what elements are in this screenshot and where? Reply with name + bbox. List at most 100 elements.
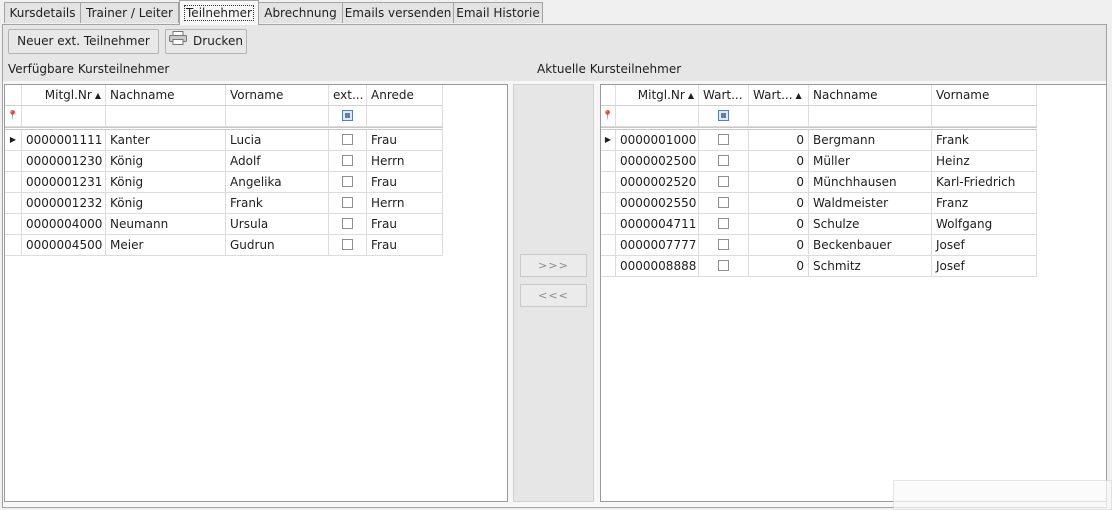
cell-mitgl-nr[interactable]: 0000002520 (616, 172, 699, 193)
cell-nachname[interactable]: Kanter (106, 130, 226, 151)
cell-anrede[interactable]: Herrn (367, 193, 443, 214)
cell-vorname[interactable]: Wolfgang (932, 214, 1037, 235)
cell-nachname[interactable]: Münchhausen (809, 172, 932, 193)
table-row[interactable]: 0000001231 König Angelika Frau (5, 172, 443, 193)
column-header-wart-2[interactable]: Wart... ▲ (749, 85, 809, 106)
tab-teilnehmer[interactable]: Teilnehmer (179, 0, 259, 25)
cell-anrede[interactable]: Herrn (367, 151, 443, 172)
cell-mitgl-nr[interactable]: 0000002550 (616, 193, 699, 214)
column-header-anrede[interactable]: Anrede (367, 85, 443, 106)
cell-vorname[interactable]: Gudrun (226, 235, 329, 256)
cell-wart-2[interactable]: 0 (749, 235, 809, 256)
cell-wart-2[interactable]: 0 (749, 193, 809, 214)
filter-checkbox[interactable] (342, 110, 353, 121)
cell-wart-2[interactable]: 0 (749, 214, 809, 235)
new-external-participant-button[interactable]: Neuer ext. Teilnehmer (8, 29, 159, 54)
cell-wart-2[interactable]: 0 (749, 151, 809, 172)
cell-vorname[interactable]: Heinz (932, 151, 1037, 172)
column-header-nachname[interactable]: Nachname (809, 85, 932, 106)
cell-vorname[interactable]: Karl-Friedrich (932, 172, 1037, 193)
print-button[interactable]: Drucken (165, 29, 247, 54)
column-header-nachname[interactable]: Nachname (106, 85, 226, 106)
filter-wart-1[interactable] (699, 106, 749, 127)
cell-vorname[interactable]: Lucia (226, 130, 329, 151)
checkbox[interactable] (718, 260, 729, 271)
cell-nachname[interactable]: König (106, 193, 226, 214)
checkbox[interactable] (718, 197, 729, 208)
tab-email-historie[interactable]: Email Historie (453, 2, 543, 23)
column-header-wart-1[interactable]: Wart... (699, 85, 749, 106)
checkbox[interactable] (342, 134, 353, 145)
cell-mitgl-nr[interactable]: 0000008888 (616, 256, 699, 277)
cell-nachname[interactable]: König (106, 151, 226, 172)
column-header-vorname[interactable]: Vorname (932, 85, 1037, 106)
cell-wart-1[interactable] (699, 151, 749, 172)
cell-nachname[interactable]: Neumann (106, 214, 226, 235)
filter-nachname[interactable] (809, 106, 932, 127)
cell-wart-2[interactable]: 0 (749, 130, 809, 151)
cell-wart-1[interactable] (699, 256, 749, 277)
filter-checkbox[interactable] (718, 110, 729, 121)
filter-anrede[interactable] (367, 106, 443, 127)
filter-nachname[interactable] (106, 106, 226, 127)
cell-vorname[interactable]: Frank (226, 193, 329, 214)
checkbox[interactable] (342, 218, 353, 229)
checkbox[interactable] (718, 239, 729, 250)
column-header-ext[interactable]: ext... (329, 85, 367, 106)
column-header-vorname[interactable]: Vorname (226, 85, 329, 106)
table-row[interactable]: 0000002500 0 Müller Heinz (601, 151, 1037, 172)
table-row[interactable]: ▶ 0000001000 0 Bergmann Frank (601, 130, 1037, 151)
cell-wart-1[interactable] (699, 235, 749, 256)
cell-nachname[interactable]: Waldmeister (809, 193, 932, 214)
checkbox[interactable] (342, 155, 353, 166)
cell-nachname[interactable]: Bergmann (809, 130, 932, 151)
cell-vorname[interactable]: Ursula (226, 214, 329, 235)
cell-anrede[interactable]: Frau (367, 130, 443, 151)
tab-abrechnung[interactable]: Abrechnung (258, 2, 343, 23)
filter-wart-2[interactable] (749, 106, 809, 127)
checkbox[interactable] (718, 134, 729, 145)
cell-anrede[interactable]: Frau (367, 214, 443, 235)
filter-vorname[interactable] (226, 106, 329, 127)
filter-vorname[interactable] (932, 106, 1037, 127)
cell-ext[interactable] (329, 130, 367, 151)
table-row[interactable]: 0000007777 0 Beckenbauer Josef (601, 235, 1037, 256)
checkbox[interactable] (718, 155, 729, 166)
cell-mitgl-nr[interactable]: 0000001230 (22, 151, 106, 172)
cell-wart-1[interactable] (699, 214, 749, 235)
table-row[interactable]: 0000001232 König Frank Herrn (5, 193, 443, 214)
filter-mitgl-nr[interactable] (616, 106, 699, 127)
cell-mitgl-nr[interactable]: 0000001231 (22, 172, 106, 193)
filter-mitgl-nr[interactable] (22, 106, 106, 127)
cell-mitgl-nr[interactable]: 0000004000 (22, 214, 106, 235)
tab-trainer-leiter[interactable]: Trainer / Leiter (80, 2, 179, 23)
cell-ext[interactable] (329, 193, 367, 214)
table-row[interactable]: 0000002520 0 Münchhausen Karl-Friedrich (601, 172, 1037, 193)
cell-vorname[interactable]: Josef (932, 256, 1037, 277)
cell-mitgl-nr[interactable]: 0000001232 (22, 193, 106, 214)
checkbox[interactable] (342, 239, 353, 250)
add-participant-button[interactable]: >>> (520, 254, 587, 277)
table-row[interactable]: 0000004000 Neumann Ursula Frau (5, 214, 443, 235)
cell-mitgl-nr[interactable]: 0000001000 (616, 130, 699, 151)
cell-mitgl-nr[interactable]: 0000002500 (616, 151, 699, 172)
cell-nachname[interactable]: Meier (106, 235, 226, 256)
cell-vorname[interactable]: Adolf (226, 151, 329, 172)
cell-nachname[interactable]: Beckenbauer (809, 235, 932, 256)
column-header-mitgl-nr[interactable]: Mitgl.Nr ▲ (22, 85, 106, 106)
cell-mitgl-nr[interactable]: 0000004711 (616, 214, 699, 235)
checkbox[interactable] (718, 176, 729, 187)
cell-nachname[interactable]: Schmitz (809, 256, 932, 277)
cell-wart-1[interactable] (699, 172, 749, 193)
table-row[interactable]: 0000001230 König Adolf Herrn (5, 151, 443, 172)
cell-nachname[interactable]: Müller (809, 151, 932, 172)
tab-kursdetails[interactable]: Kursdetails (4, 2, 81, 23)
filter-ext[interactable] (329, 106, 367, 127)
cell-wart-2[interactable]: 0 (749, 256, 809, 277)
cell-ext[interactable] (329, 235, 367, 256)
cell-wart-2[interactable]: 0 (749, 172, 809, 193)
checkbox[interactable] (342, 197, 353, 208)
cell-wart-1[interactable] (699, 193, 749, 214)
checkbox[interactable] (342, 176, 353, 187)
cell-anrede[interactable]: Frau (367, 172, 443, 193)
